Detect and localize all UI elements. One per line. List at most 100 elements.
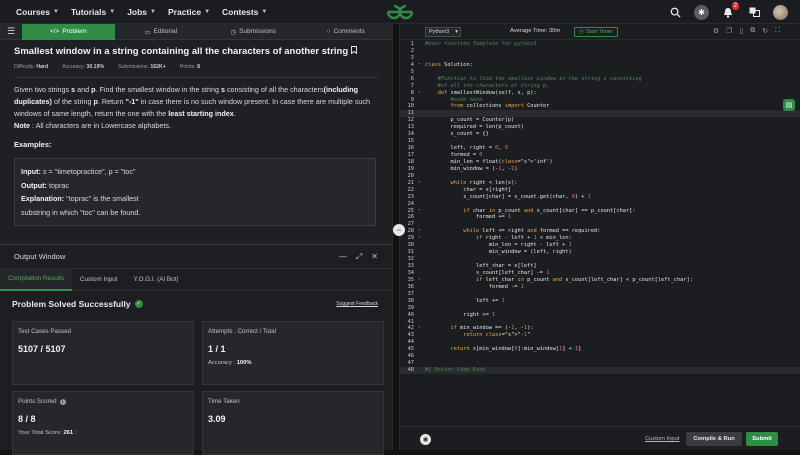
fold-gutter[interactable]	[418, 97, 425, 104]
fold-gutter[interactable]	[418, 138, 425, 145]
fold-gutter[interactable]	[418, 214, 425, 221]
code-line[interactable]: 19 min_window = (-1, -1)	[400, 166, 800, 173]
fold-gutter[interactable]	[418, 284, 425, 291]
code-line[interactable]: 35 ▾ if left_char in p_count and s_count[…	[400, 277, 800, 284]
compile-run-button[interactable]: Compile & Run	[686, 432, 742, 446]
code-line[interactable]: 1 #User function Template for python3	[400, 41, 800, 48]
reset-icon[interactable]: ↻	[762, 27, 768, 35]
fold-gutter[interactable]	[418, 249, 425, 256]
code-line[interactable]: 42 ▾ if min_window == (-1, -1):	[400, 325, 800, 332]
close-icon[interactable]: ✕	[371, 252, 378, 262]
fullscreen-icon[interactable]: ⛶	[775, 27, 780, 35]
fold-gutter[interactable]: ▾	[418, 277, 425, 284]
fold-gutter[interactable]	[418, 131, 425, 138]
code-line[interactable]: 7 #of all the characters of string p.	[400, 83, 800, 90]
code-line[interactable]: 13 required = len(p_count)	[400, 124, 800, 131]
code-line[interactable]: 9 #code here	[400, 97, 800, 104]
tab-editorial[interactable]: ▭ Editorial	[115, 24, 208, 40]
editor-tool-icon[interactable]: ⧉	[750, 27, 755, 35]
fold-gutter[interactable]	[418, 69, 425, 76]
code-area[interactable]: 1 #User function Template for python3 2 3 4 ▾…	[400, 41, 800, 409]
site-logo[interactable]	[385, 3, 415, 21]
code-line[interactable]: 37	[400, 291, 800, 298]
search-icon[interactable]	[668, 5, 682, 19]
fold-gutter[interactable]	[418, 332, 425, 339]
tab-compilation-results[interactable]: Compilation Results	[0, 268, 72, 291]
fold-gutter[interactable]	[418, 346, 425, 353]
fold-gutter[interactable]	[418, 221, 425, 228]
code-line[interactable]: 16 left, right = 0, 0	[400, 145, 800, 152]
fold-gutter[interactable]	[418, 367, 425, 374]
code-line[interactable]: 23 s_count[char] = s_count.get(char, 0) …	[400, 194, 800, 201]
code-line[interactable]: 18 min_len = float(class="s">'inf')	[400, 159, 800, 166]
fold-gutter[interactable]	[418, 319, 425, 326]
fold-gutter[interactable]	[418, 173, 425, 180]
tab-comments[interactable]: ○ Comments	[300, 24, 393, 40]
bookmark-icon[interactable]	[351, 46, 358, 57]
fold-gutter[interactable]	[418, 145, 425, 152]
code-line[interactable]: 25 ▾ if char in p_count and s_count[char]…	[400, 208, 800, 215]
code-line[interactable]: 26 formed += 1	[400, 214, 800, 221]
code-line[interactable]: 20	[400, 173, 800, 180]
fold-gutter[interactable]	[418, 55, 425, 62]
resize-handle-icon[interactable]: ⇔	[393, 224, 405, 236]
code-line[interactable]: 17 formed = 0	[400, 152, 800, 159]
code-line[interactable]: 4 ▾ class Solution:	[400, 62, 800, 69]
fold-gutter[interactable]	[418, 152, 425, 159]
code-line[interactable]: 41	[400, 319, 800, 326]
code-line[interactable]: 11	[400, 110, 800, 118]
fold-gutter[interactable]	[418, 83, 425, 90]
code-line[interactable]: 10 from collections import Counter	[400, 103, 800, 110]
fold-gutter[interactable]	[418, 263, 425, 270]
tab-problem[interactable]: </> Problem	[22, 23, 115, 40]
bell-icon[interactable]: 2	[721, 2, 739, 19]
nav-practice[interactable]: Practice ▼	[168, 7, 210, 17]
code-line[interactable]: 28 ▾ while left <= right and formed == re…	[400, 228, 800, 235]
suggest-feedback-link[interactable]: Suggest Feedback	[336, 301, 378, 307]
code-line[interactable]: 46	[400, 353, 800, 360]
fold-gutter[interactable]: ▾	[418, 235, 425, 242]
fold-gutter[interactable]	[418, 187, 425, 194]
minimize-icon[interactable]: —	[339, 252, 347, 262]
fold-gutter[interactable]	[418, 159, 425, 166]
nav-jobs[interactable]: Jobs ▼	[127, 7, 156, 17]
tab-yogi-bot[interactable]: Y.O.G.I. (AI Bot)	[125, 269, 186, 291]
code-line[interactable]: 3	[400, 55, 800, 62]
code-line[interactable]: 27	[400, 221, 800, 228]
fold-gutter[interactable]	[418, 339, 425, 346]
fold-gutter[interactable]	[418, 124, 425, 131]
nav-courses[interactable]: Courses ▼	[16, 7, 59, 17]
fold-gutter[interactable]	[418, 103, 425, 110]
fold-gutter[interactable]	[418, 201, 425, 208]
fold-gutter[interactable]: ▾	[418, 208, 425, 215]
code-line[interactable]: 38 left += 1	[400, 298, 800, 305]
code-line[interactable]: 22 char = s[right]	[400, 187, 800, 194]
code-line[interactable]: 15	[400, 138, 800, 145]
settings-icon[interactable]: ⚙	[713, 27, 719, 35]
code-line[interactable]: 14 s_count = {}	[400, 131, 800, 138]
fold-gutter[interactable]	[418, 117, 425, 124]
code-line[interactable]: 40 right += 1	[400, 312, 800, 319]
tab-custom-input[interactable]: Custom Input	[72, 269, 125, 291]
fold-gutter[interactable]	[418, 110, 425, 117]
fold-gutter[interactable]: ▾	[418, 228, 425, 235]
file-icon[interactable]: ▯	[739, 27, 743, 35]
chat-icon[interactable]: ▤	[783, 99, 795, 111]
info-icon[interactable]: i	[59, 398, 66, 405]
code-line[interactable]: 2	[400, 48, 800, 55]
code-line[interactable]: 12 p_count = Counter(p)	[400, 117, 800, 124]
fold-gutter[interactable]	[418, 298, 425, 305]
menu-icon[interactable]: ☰	[0, 26, 22, 37]
code-line[interactable]: 43 return class="s">"-1"	[400, 332, 800, 339]
submit-button[interactable]: Submit	[746, 432, 778, 446]
fold-gutter[interactable]	[418, 166, 425, 173]
code-line[interactable]: 30 min_len = right - left + 1	[400, 242, 800, 249]
code-line[interactable]: 36 formed -= 1	[400, 284, 800, 291]
code-line[interactable]: 8 ▾ def smallestWindow(self, s, p):	[400, 90, 800, 97]
code-line[interactable]: 47	[400, 360, 800, 367]
fold-gutter[interactable]	[418, 76, 425, 83]
code-line[interactable]: 32	[400, 256, 800, 263]
fold-gutter[interactable]	[418, 305, 425, 312]
fold-gutter[interactable]	[418, 291, 425, 298]
avatar[interactable]	[773, 4, 788, 20]
